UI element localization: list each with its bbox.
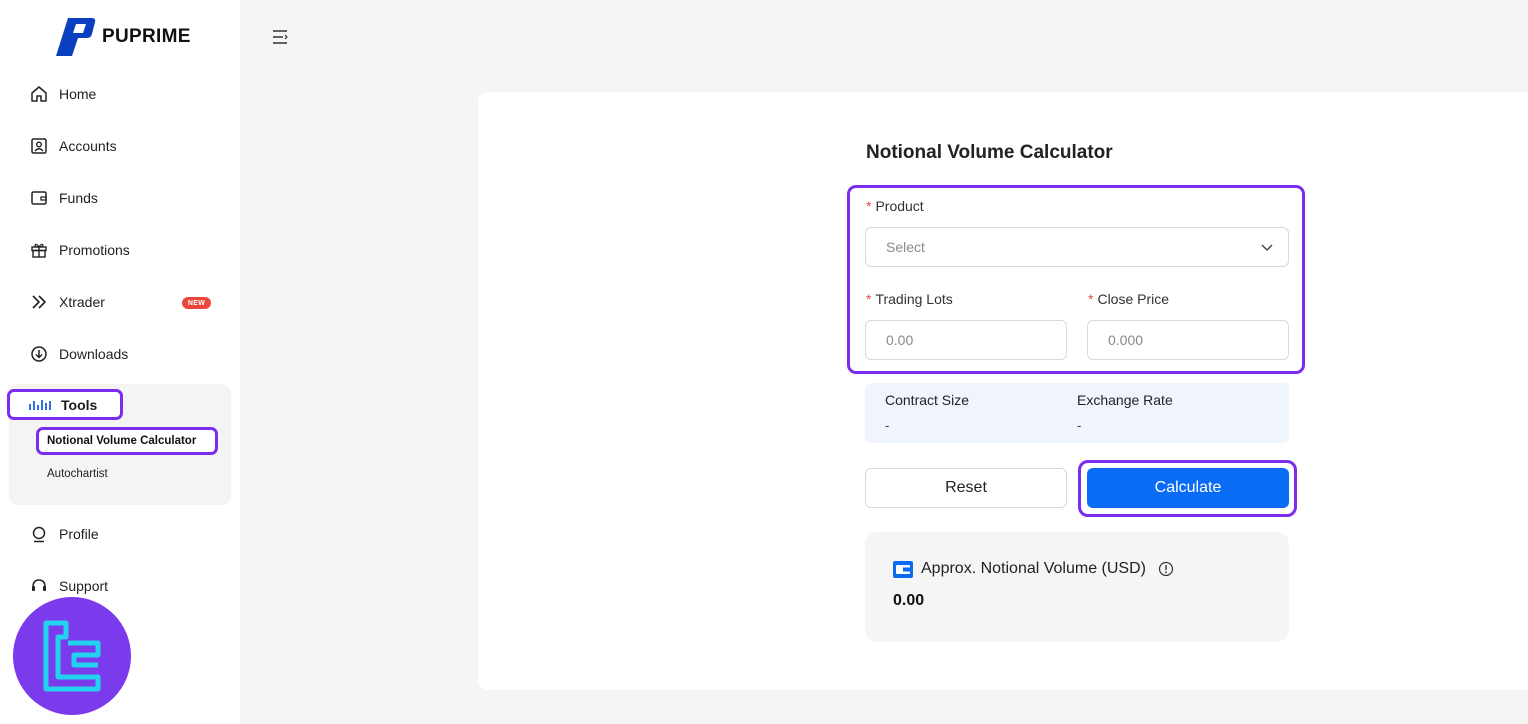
- sidebar-item-funds[interactable]: Funds: [30, 186, 98, 210]
- tc-watermark-logo: [13, 597, 131, 715]
- close-price-label: * Close Price: [1088, 291, 1170, 307]
- sidebar-item-tools[interactable]: Tools: [7, 389, 123, 420]
- reset-button[interactable]: Reset: [865, 468, 1067, 508]
- result-box: [865, 532, 1289, 642]
- trading-lots-label: * Trading Lots: [866, 291, 953, 307]
- sidebar: PUPRIME Home Accounts Funds Promotions X…: [0, 0, 240, 724]
- sidebar-item-downloads[interactable]: Downloads: [30, 342, 128, 366]
- wallet-icon: [893, 561, 913, 578]
- sidebar-item-home[interactable]: Home: [30, 82, 96, 106]
- result-value: 0.00: [893, 592, 925, 609]
- brand-name: PUPRIME: [102, 26, 191, 47]
- page-title: Notional Volume Calculator: [866, 142, 1113, 163]
- sidebar-item-promotions[interactable]: Promotions: [30, 238, 130, 262]
- result-label: Approx. Notional Volume (USD): [921, 560, 1146, 577]
- info-icon[interactable]: [1158, 561, 1174, 577]
- trading-lots-input[interactable]: 0.00: [865, 320, 1067, 360]
- sidebar-item-label: Home: [59, 86, 97, 102]
- account-icon: [30, 137, 48, 155]
- bars-icon: [29, 399, 51, 410]
- sidebar-item-accounts[interactable]: Accounts: [30, 134, 117, 158]
- home-icon: [30, 85, 48, 103]
- sidebar-item-label: Accounts: [59, 138, 117, 154]
- sidebar-item-label: Funds: [59, 190, 98, 206]
- brand-logo[interactable]: PUPRIME: [54, 16, 191, 58]
- sidebar-item-label: Support: [59, 578, 109, 594]
- contract-size-label: Contract Size: [885, 392, 970, 408]
- sidebar-item-label: Promotions: [59, 242, 130, 258]
- headset-icon: [30, 577, 48, 595]
- product-label: * Product: [866, 198, 924, 214]
- calculate-button[interactable]: Calculate: [1087, 468, 1289, 508]
- sidebar-item-support[interactable]: Support: [30, 574, 108, 598]
- exchange-rate-value: -: [1077, 418, 1082, 433]
- sidebar-item-label: Profile: [59, 526, 99, 542]
- sidebar-item-label: Xtrader: [59, 294, 105, 310]
- sidebar-item-label: Downloads: [59, 346, 129, 362]
- contract-size-value: -: [885, 418, 890, 433]
- sidebar-item-profile[interactable]: Profile: [30, 522, 99, 546]
- new-badge: NEW: [182, 297, 211, 309]
- wallet-icon: [30, 189, 48, 207]
- sidebar-item-xtrader[interactable]: Xtrader: [30, 290, 105, 314]
- chevron-down-icon: [1261, 244, 1273, 251]
- profile-icon: [30, 525, 48, 543]
- close-price-input[interactable]: 0.000: [1087, 320, 1289, 360]
- product-select[interactable]: Select: [865, 227, 1289, 267]
- puprime-logo-icon: [56, 18, 96, 56]
- download-icon: [30, 345, 48, 363]
- sidebar-item-label: Tools: [61, 396, 98, 413]
- submenu-item-autochartist[interactable]: Autochartist: [47, 468, 108, 480]
- menu-toggle-icon[interactable]: [271, 28, 289, 46]
- gift-icon: [30, 241, 48, 259]
- submenu-item-notional-volume-calculator[interactable]: Notional Volume Calculator: [36, 427, 218, 455]
- double-chevron-icon: [30, 293, 48, 311]
- exchange-rate-label: Exchange Rate: [1077, 392, 1173, 408]
